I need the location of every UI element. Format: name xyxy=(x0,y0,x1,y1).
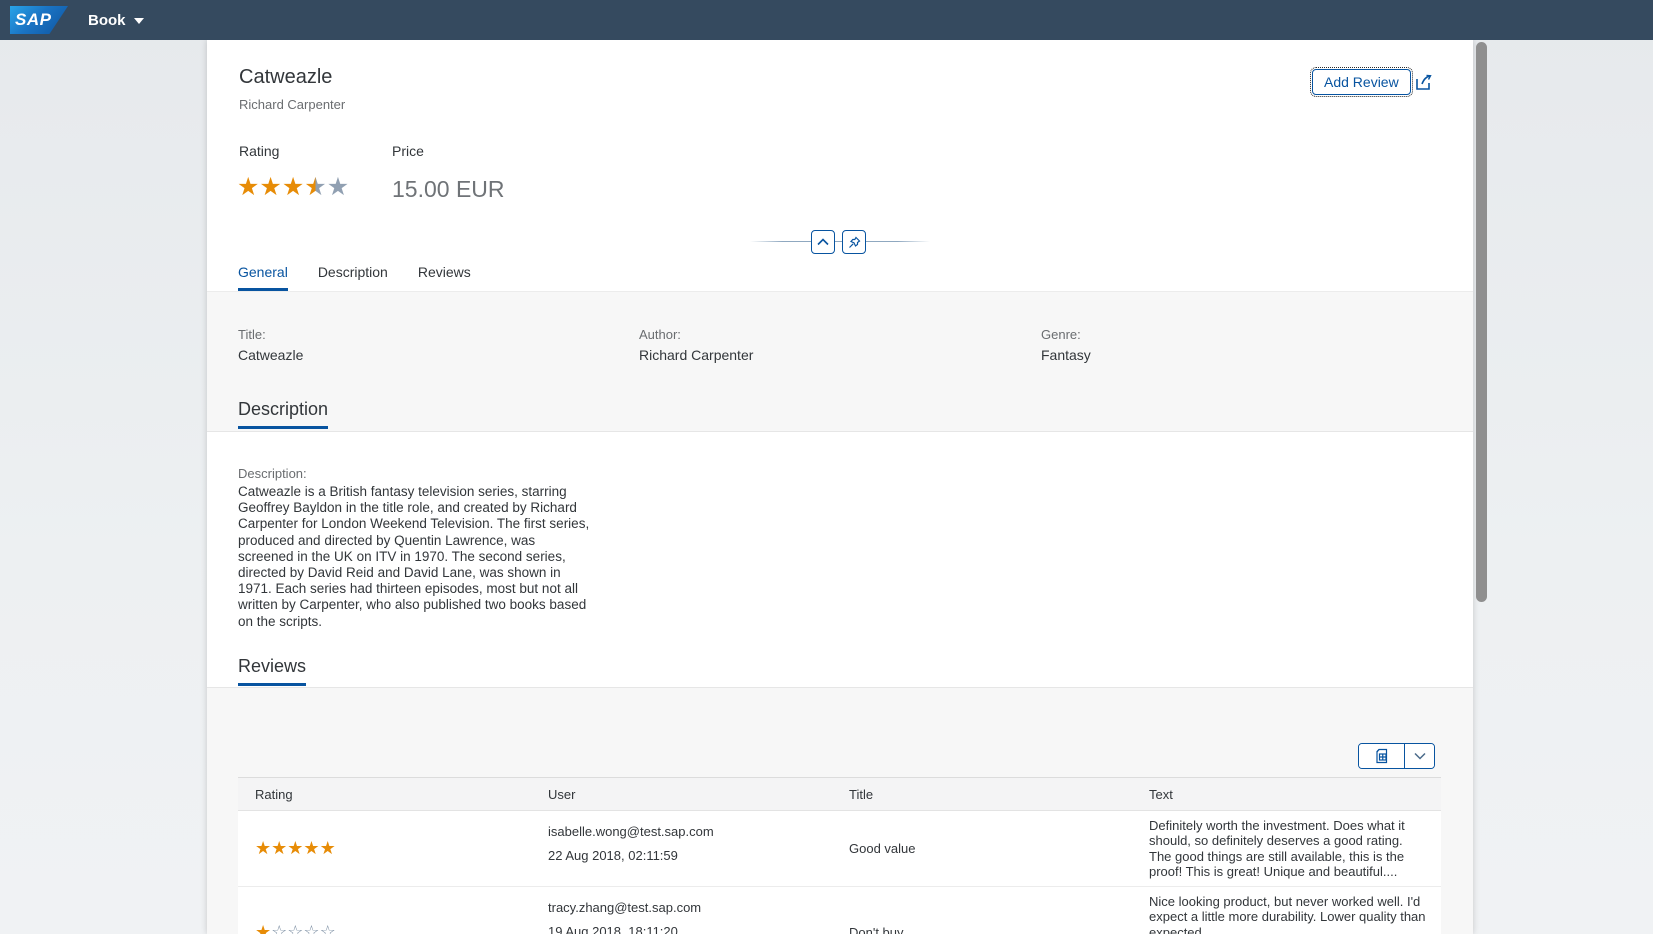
add-review-button[interactable]: Add Review xyxy=(1312,69,1411,95)
chevron-down-icon xyxy=(134,18,144,24)
row-rating-stars: ★★★★★ xyxy=(255,838,336,859)
column-header-user[interactable]: User xyxy=(531,787,832,802)
header-divider xyxy=(750,230,930,254)
chevron-up-icon xyxy=(817,238,829,246)
column-header-rating[interactable]: Rating xyxy=(238,787,531,802)
field-title-value: Catweazle xyxy=(238,347,598,363)
page-title: Catweazle xyxy=(239,66,332,89)
app-title-menu[interactable]: Book xyxy=(88,0,144,40)
share-icon xyxy=(1413,71,1435,93)
review-text: Nice looking product, but never worked w… xyxy=(1132,887,1441,934)
column-header-text[interactable]: Text xyxy=(1132,787,1441,802)
field-title: Title: Catweazle xyxy=(238,327,598,363)
review-title: Don't buy xyxy=(832,887,1132,934)
tab-general[interactable]: General xyxy=(238,255,288,291)
table-row[interactable]: ★☆☆☆☆ tracy.zhang@test.sap.com 19 Aug 20… xyxy=(238,887,1441,934)
anchor-tab-bar: General Description Reviews xyxy=(238,255,471,291)
collapse-header-button[interactable] xyxy=(811,230,835,254)
field-title-label: Title: xyxy=(238,327,598,342)
column-header-title[interactable]: Title xyxy=(832,787,1132,802)
description-field-label: Description: xyxy=(238,466,307,481)
export-menu-button[interactable] xyxy=(1405,744,1434,768)
export-split-button xyxy=(1358,743,1435,769)
page-subtitle: Richard Carpenter xyxy=(239,97,345,112)
app-title-label: Book xyxy=(88,12,126,29)
review-title: Good value xyxy=(832,811,1132,886)
reviews-section-heading: Reviews xyxy=(238,656,306,686)
field-author: Author: Richard Carpenter xyxy=(639,327,999,363)
vertical-scrollbar-thumb[interactable] xyxy=(1476,42,1487,602)
field-author-value: Richard Carpenter xyxy=(639,347,999,363)
review-date: 22 Aug 2018, 02:11:59 xyxy=(548,848,832,863)
rating-stars: ★★★★★ xyxy=(237,172,349,202)
share-button[interactable] xyxy=(1413,71,1435,93)
pin-header-button[interactable] xyxy=(842,230,866,254)
field-author-label: Author: xyxy=(639,327,999,342)
review-text: Definitely worth the investment. Does wh… xyxy=(1132,811,1441,886)
sap-logo-text: SAP xyxy=(10,10,51,30)
review-date: 19 Aug 2018, 18:11:20 xyxy=(548,924,832,934)
export-to-spreadsheet-button[interactable] xyxy=(1359,744,1405,768)
rating-label: Rating xyxy=(239,143,279,159)
price-value: 15.00 EUR xyxy=(392,176,505,203)
reviews-table: Rating User Title Text ★★★★★ isabelle.wo… xyxy=(238,777,1441,934)
shell-bar: SAP Book xyxy=(0,0,1653,40)
row-rating-stars: ★☆☆☆☆ xyxy=(255,922,336,934)
description-text: Catweazle is a British fantasy televisio… xyxy=(238,484,590,630)
reviewer-email: tracy.zhang@test.sap.com xyxy=(548,900,832,915)
pin-icon xyxy=(848,236,861,249)
field-genre-value: Fantasy xyxy=(1041,347,1401,363)
field-genre: Genre: Fantasy xyxy=(1041,327,1401,363)
object-page: Catweazle Richard Carpenter Add Review R… xyxy=(207,40,1473,934)
field-genre-label: Genre: xyxy=(1041,327,1401,342)
table-row[interactable]: ★★★★★ isabelle.wong@test.sap.com 22 Aug … xyxy=(238,811,1441,887)
reviews-table-header: Rating User Title Text xyxy=(238,777,1441,811)
description-section-heading: Description xyxy=(238,399,328,429)
reviewer-email: isabelle.wong@test.sap.com xyxy=(548,824,832,839)
header-divider-line xyxy=(750,241,930,242)
sap-logo[interactable]: SAP xyxy=(10,6,68,34)
reviews-table-toolbar xyxy=(1358,743,1435,769)
chevron-down-icon xyxy=(1414,752,1426,760)
tab-description[interactable]: Description xyxy=(318,255,388,291)
tab-reviews[interactable]: Reviews xyxy=(418,255,471,291)
spreadsheet-export-icon xyxy=(1373,748,1391,764)
price-label: Price xyxy=(392,143,424,159)
